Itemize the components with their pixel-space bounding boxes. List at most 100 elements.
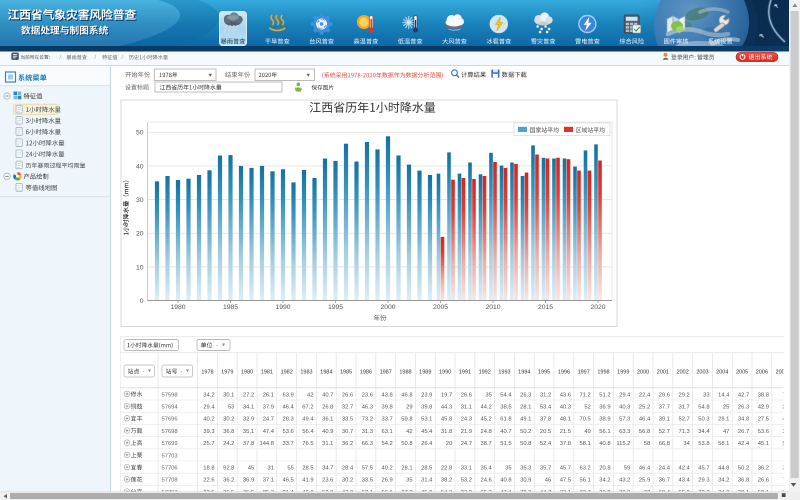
svg-text:28.5: 28.5: [421, 466, 432, 472]
svg-text:37.1: 37.1: [263, 478, 274, 484]
svg-text:24.7: 24.7: [461, 441, 472, 447]
svg-text:34.2: 34.2: [203, 392, 214, 398]
svg-text:26.8: 26.8: [322, 405, 333, 411]
svg-text:57706: 57706: [162, 466, 178, 472]
svg-text:25.7: 25.7: [203, 441, 214, 447]
svg-text:26.1: 26.1: [263, 392, 274, 398]
svg-text:22.6: 22.6: [203, 478, 214, 484]
svg-text:1984: 1984: [320, 369, 332, 375]
svg-text:37.8: 37.8: [560, 441, 571, 447]
svg-text:2006: 2006: [756, 369, 768, 375]
svg-text:57703: 57703: [162, 453, 178, 459]
svg-text:53.2: 53.2: [461, 478, 472, 484]
svg-text:1985: 1985: [340, 369, 352, 375]
svg-text:30.1: 30.1: [223, 392, 234, 398]
svg-text:46.4: 46.4: [283, 405, 295, 411]
svg-text:2010: 2010: [485, 304, 500, 311]
svg-text:32.7: 32.7: [342, 405, 353, 411]
svg-text:25.9: 25.9: [639, 478, 650, 484]
svg-text:40.9: 40.9: [322, 429, 333, 435]
svg-text:33.5: 33.5: [342, 417, 353, 423]
svg-text:31.2: 31.2: [540, 392, 551, 398]
svg-text:38.2: 38.2: [441, 478, 452, 484]
svg-text:144.8: 144.8: [259, 441, 274, 447]
svg-text:92.8: 92.8: [223, 466, 234, 472]
svg-text:1998: 1998: [597, 369, 609, 375]
svg-text:1987: 1987: [380, 369, 392, 375]
svg-text:31: 31: [268, 466, 274, 472]
svg-text:36.2: 36.2: [223, 478, 234, 484]
svg-text:55: 55: [287, 466, 293, 472]
svg-text:46: 46: [545, 478, 551, 484]
svg-text:24.7: 24.7: [263, 417, 274, 423]
svg-text:71.3: 71.3: [679, 429, 690, 435]
svg-text:63.2: 63.2: [580, 466, 591, 472]
svg-text:31.1: 31.1: [322, 441, 333, 447]
svg-text:59.8: 59.8: [401, 417, 412, 423]
svg-text:18.8: 18.8: [203, 466, 214, 472]
svg-text:31.7: 31.7: [679, 405, 690, 411]
svg-text:57699: 57699: [162, 441, 178, 447]
svg-text:22.4: 22.4: [639, 392, 651, 398]
svg-text:46.4: 46.4: [639, 417, 651, 423]
svg-text:35: 35: [485, 392, 491, 398]
svg-text:26.7: 26.7: [738, 429, 749, 435]
svg-text:24.4: 24.4: [659, 466, 671, 472]
svg-text:34.1: 34.1: [243, 405, 254, 411]
svg-text:27.2: 27.2: [243, 392, 254, 398]
svg-text:49.1: 49.1: [520, 417, 531, 423]
svg-text:1980: 1980: [241, 369, 253, 375]
svg-text:73.2: 73.2: [362, 417, 373, 423]
svg-text:28.1: 28.1: [401, 466, 412, 472]
svg-text:1995: 1995: [538, 369, 550, 375]
svg-text:20.8: 20.8: [599, 466, 610, 472]
svg-text:19.7: 19.7: [441, 392, 452, 398]
svg-text:2020: 2020: [590, 304, 605, 311]
svg-text:50.3: 50.3: [698, 417, 709, 423]
svg-text:57694: 57694: [162, 405, 179, 411]
svg-text:57696: 57696: [162, 417, 178, 423]
svg-text:57708: 57708: [162, 478, 178, 484]
svg-text:42.7: 42.7: [738, 392, 749, 398]
svg-text:54.4: 54.4: [500, 392, 512, 398]
svg-text:42.4: 42.4: [679, 466, 691, 472]
svg-text:43.2: 43.2: [619, 478, 630, 484]
svg-text:52: 52: [584, 405, 590, 411]
svg-text:38.9: 38.9: [599, 417, 610, 423]
svg-text:33: 33: [703, 392, 709, 398]
svg-text:36.8: 36.8: [223, 429, 234, 435]
svg-text:50.8: 50.8: [401, 441, 412, 447]
svg-text:26.4: 26.4: [421, 441, 433, 447]
svg-text:1981: 1981: [261, 369, 273, 375]
svg-text:46.3: 46.3: [362, 405, 373, 411]
svg-text:26.9: 26.9: [382, 478, 393, 484]
svg-text:33.5: 33.5: [362, 478, 373, 484]
svg-text:58.1: 58.1: [718, 441, 729, 447]
svg-text:43.6: 43.6: [560, 392, 571, 398]
svg-text:40.2: 40.2: [382, 466, 393, 472]
svg-text:1997: 1997: [578, 369, 590, 375]
svg-text:26.3: 26.3: [738, 405, 749, 411]
svg-text:30.2: 30.2: [223, 417, 234, 423]
svg-text:39.3: 39.3: [203, 429, 214, 435]
svg-text:57.5: 57.5: [362, 466, 373, 472]
svg-text:50.2: 50.2: [738, 466, 749, 472]
svg-text:56.4: 56.4: [302, 429, 314, 435]
svg-text:47.5: 47.5: [560, 478, 571, 484]
svg-text:-: -: [143, 370, 145, 376]
svg-text:34: 34: [683, 441, 690, 447]
svg-text:67.2: 67.2: [302, 405, 313, 411]
svg-text:45.4: 45.4: [421, 429, 433, 435]
svg-text:47.4: 47.4: [263, 429, 275, 435]
svg-text:49.4: 49.4: [302, 417, 314, 423]
svg-text:63.1: 63.1: [382, 429, 393, 435]
svg-text:1991: 1991: [459, 369, 471, 375]
svg-text:29: 29: [406, 405, 412, 411]
svg-text:31.8: 31.8: [441, 429, 452, 435]
svg-text:34.8: 34.8: [738, 417, 749, 423]
svg-text:53: 53: [228, 405, 234, 411]
svg-text:1995: 1995: [328, 304, 343, 311]
svg-text:50.8: 50.8: [520, 441, 531, 447]
svg-text:1979: 1979: [221, 369, 233, 375]
svg-text:53.6: 53.6: [758, 429, 769, 435]
